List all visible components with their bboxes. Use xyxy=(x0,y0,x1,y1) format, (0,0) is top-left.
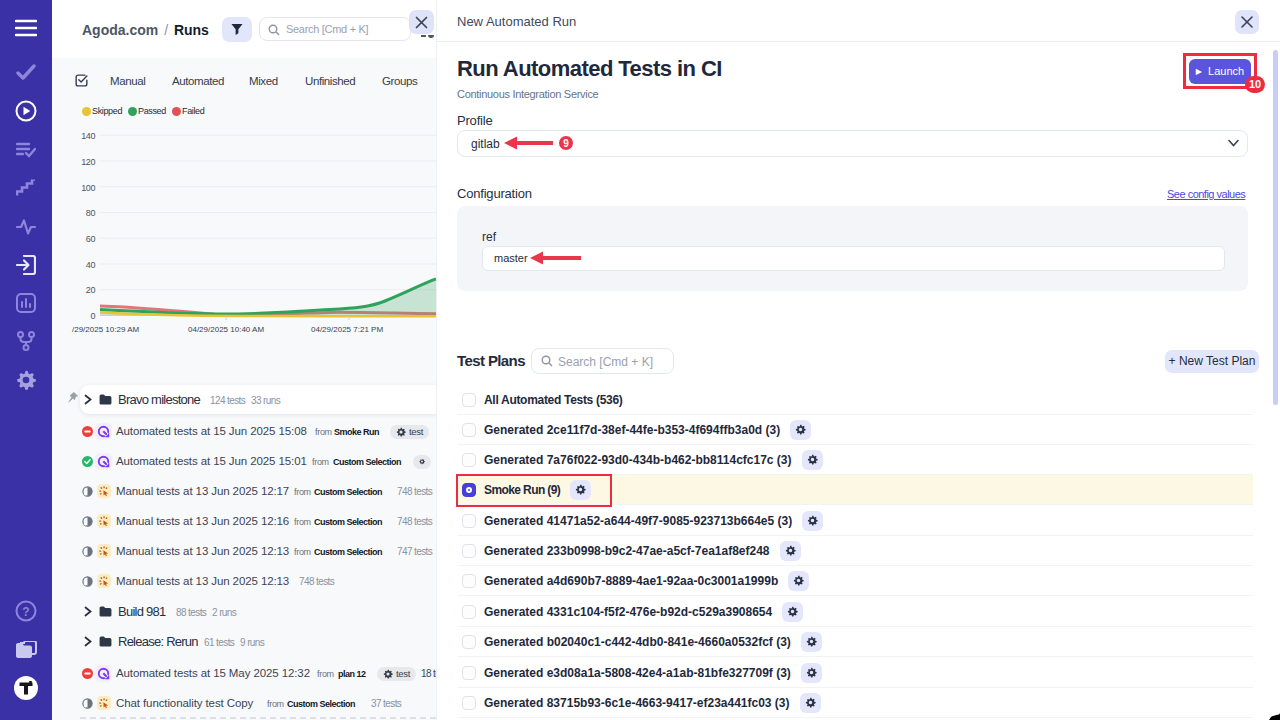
svg-text:?: ? xyxy=(22,605,29,619)
svg-text:9: 9 xyxy=(563,138,569,149)
